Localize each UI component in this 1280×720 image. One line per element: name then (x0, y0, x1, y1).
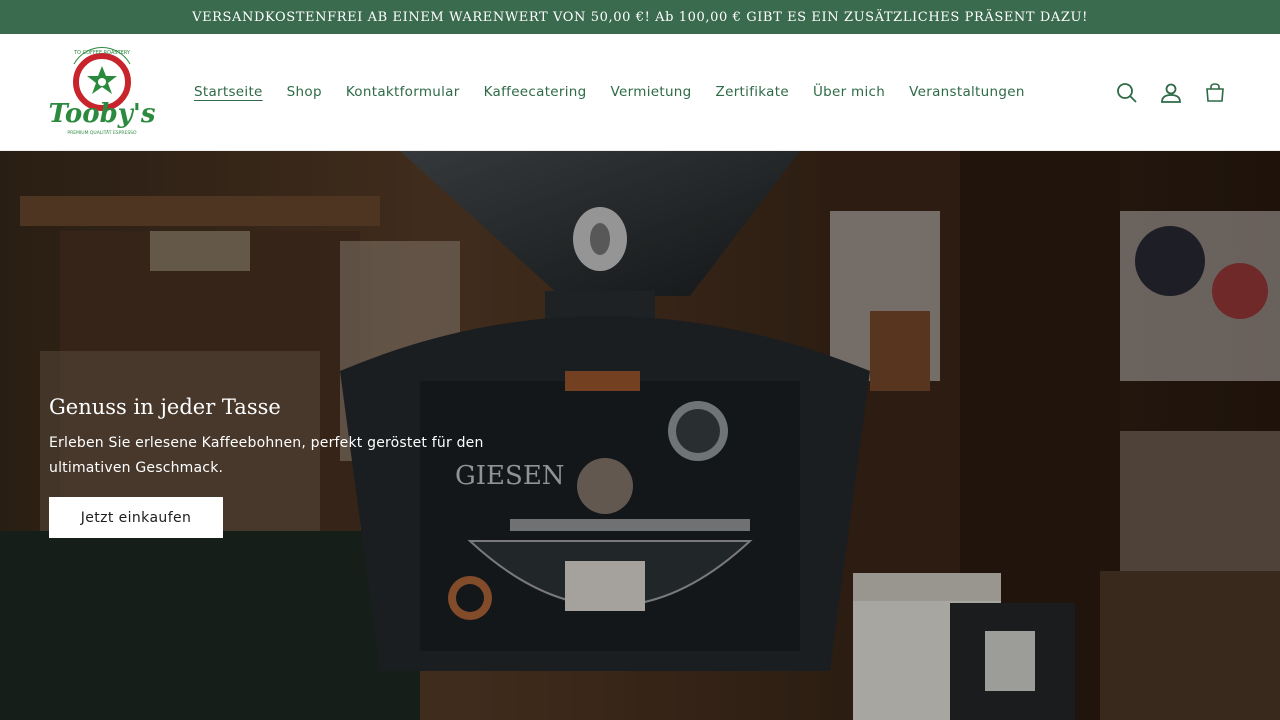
announcement-text: VERSANDKOSTENFREI AB EINEM WARENWERT VON… (192, 9, 1088, 25)
main-nav: Startseite Shop Kontaktformular Kaffeeca… (194, 82, 1049, 102)
header-icons (1114, 80, 1228, 106)
logo-script-text: Tooby's (49, 99, 156, 129)
shop-now-button[interactable]: Jetzt einkaufen (49, 497, 223, 538)
brand-logo[interactable]: TO COFFEE ROASTERY Tooby's PREMIUM QUALI… (44, 42, 160, 144)
hero-title: Genuss in jeder Tasse (49, 395, 281, 419)
nav-item-ueber-mich[interactable]: Über mich (813, 82, 885, 102)
site-header: TO COFFEE ROASTERY Tooby's PREMIUM QUALI… (0, 34, 1280, 151)
nav-item-shop[interactable]: Shop (287, 82, 322, 102)
hero-banner: GIESEN Genuss in jeder Tasse Erleben Sie… (0, 151, 1280, 720)
search-icon[interactable] (1114, 80, 1140, 106)
nav-item-kontaktformular[interactable]: Kontaktformular (346, 82, 460, 102)
nav-item-startseite[interactable]: Startseite (194, 82, 263, 102)
nav-item-vermietung[interactable]: Vermietung (611, 82, 692, 102)
nav-item-zertifikate[interactable]: Zertifikate (716, 82, 789, 102)
logo-top-text: TO COFFEE ROASTERY (73, 50, 131, 56)
nav-item-kaffeecatering[interactable]: Kaffeecatering (484, 82, 587, 102)
logo-bottom-text: PREMIUM QUALITÄT ESPRESSO (67, 129, 137, 136)
nav-item-veranstaltungen[interactable]: Veranstaltungen (909, 82, 1025, 102)
announcement-bar: VERSANDKOSTENFREI AB EINEM WARENWERT VON… (0, 0, 1280, 34)
account-icon[interactable] (1158, 80, 1184, 106)
cart-icon[interactable] (1202, 80, 1228, 106)
hero-subtitle: Erleben Sie erlesene Kaffeebohnen, perfe… (49, 435, 484, 476)
